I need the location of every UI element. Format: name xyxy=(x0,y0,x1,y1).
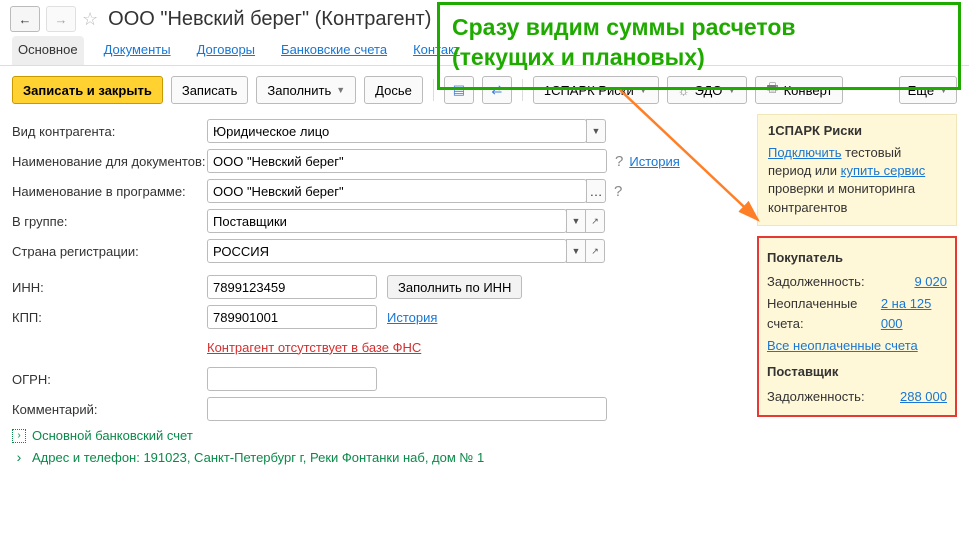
inn-input[interactable] xyxy=(207,275,377,299)
country-input[interactable] xyxy=(207,239,567,263)
kind-input[interactable] xyxy=(207,119,587,143)
progname-label: Наименование в программе: xyxy=(12,184,207,199)
address-phone-expand[interactable]: › Адрес и телефон: 191023, Санкт-Петербу… xyxy=(12,449,743,465)
settlements-panel: Покупатель Задолженность: 9 020 Неоплаче… xyxy=(757,236,957,417)
docname-input[interactable] xyxy=(207,149,607,173)
dossier-button[interactable]: Досье xyxy=(364,76,423,104)
country-open-button[interactable]: ↗ xyxy=(585,239,605,263)
annotation-overlay: Сразу видим суммы расчетов (текущих и пл… xyxy=(437,2,961,90)
buyer-debt-value[interactable]: 9 020 xyxy=(914,272,947,292)
group-input[interactable] xyxy=(207,209,567,233)
kpp-input[interactable] xyxy=(207,305,377,329)
chevron-down-icon: ▼ xyxy=(592,126,601,136)
chevron-down-icon: ▼ xyxy=(572,216,581,226)
separator xyxy=(433,79,434,101)
bank-expand-label: Основной банковский счет xyxy=(32,428,193,443)
annotation-line1: Сразу видим суммы расчетов xyxy=(452,13,946,43)
help-icon[interactable]: ? xyxy=(614,183,622,200)
kpp-history-link[interactable]: История xyxy=(387,310,437,325)
expand-icon: › xyxy=(12,429,26,443)
ogrn-input[interactable] xyxy=(207,367,377,391)
chevron-down-icon: ▼ xyxy=(572,246,581,256)
arrow-left-icon: ← xyxy=(19,12,32,27)
group-label: В группе: xyxy=(12,214,207,229)
inn-label: ИНН: xyxy=(12,280,207,295)
unpaid-label: Неоплаченные счета: xyxy=(767,294,881,334)
unpaid-value[interactable]: 2 на 125 000 xyxy=(881,294,947,334)
history-link[interactable]: История xyxy=(629,154,679,169)
comment-input[interactable] xyxy=(207,397,607,421)
fill-button[interactable]: Заполнить▼ xyxy=(256,76,356,104)
chevron-down-icon: ▼ xyxy=(336,85,345,95)
addr-expand-label: Адрес и телефон: 191023, Санкт-Петербург… xyxy=(32,450,484,465)
spark-connect-link[interactable]: Подключить xyxy=(768,145,842,160)
expand-icon: › xyxy=(12,449,26,465)
country-label: Страна регистрации: xyxy=(12,244,207,259)
kind-label: Вид контрагента: xyxy=(12,124,207,139)
docname-label: Наименование для документов: xyxy=(12,154,207,169)
supplier-section-title: Поставщик xyxy=(767,362,947,382)
help-icon[interactable]: ? xyxy=(615,153,623,170)
bank-account-expand[interactable]: › Основной банковский счет xyxy=(12,428,743,443)
ellipsis-icon: … xyxy=(590,184,603,199)
save-button[interactable]: Записать xyxy=(171,76,249,104)
arrow-right-icon: → xyxy=(55,12,68,27)
group-open-button[interactable]: ↗ xyxy=(585,209,605,233)
country-dropdown-button[interactable]: ▼ xyxy=(566,239,586,263)
tab-main[interactable]: Основное xyxy=(12,36,84,65)
comment-label: Комментарий: xyxy=(12,402,207,417)
progname-pick-button[interactable]: … xyxy=(586,179,606,203)
ogrn-label: ОГРН: xyxy=(12,372,207,387)
kpp-label: КПП: xyxy=(12,310,207,325)
missing-in-fns-link[interactable]: Контрагент отсутствует в базе ФНС xyxy=(207,340,421,355)
nav-back-button[interactable]: ← xyxy=(10,6,40,32)
open-icon: ↗ xyxy=(591,246,599,257)
supplier-debt-label: Задолженность: xyxy=(767,387,865,407)
favorite-star-icon[interactable]: ☆ xyxy=(82,9,98,30)
open-icon: ↗ xyxy=(591,216,599,227)
progname-input[interactable] xyxy=(207,179,587,203)
tab-bank-accounts[interactable]: Банковские счета xyxy=(275,36,393,65)
fill-by-inn-button[interactable]: Заполнить по ИНН xyxy=(387,275,522,299)
annotation-line2: (текущих и плановых) xyxy=(452,43,946,73)
nav-forward-button[interactable]: → xyxy=(46,6,76,32)
buyer-section-title: Покупатель xyxy=(767,248,947,268)
all-unpaid-link[interactable]: Все неоплаченные счета xyxy=(767,336,947,356)
spark-panel-title: 1СПАРК Риски xyxy=(768,123,946,138)
save-close-button[interactable]: Записать и закрыть xyxy=(12,76,163,104)
page-title: ООО "Невский берег" (Контрагент) xyxy=(108,8,431,31)
spark-panel: 1СПАРК Риски Подключить тестовый период … xyxy=(757,114,957,226)
tab-contracts[interactable]: Договоры xyxy=(191,36,261,65)
tab-documents[interactable]: Документы xyxy=(98,36,177,65)
group-dropdown-button[interactable]: ▼ xyxy=(566,209,586,233)
kind-dropdown-button[interactable]: ▼ xyxy=(586,119,606,143)
spark-buy-link[interactable]: купить сервис xyxy=(841,163,926,178)
buyer-debt-label: Задолженность: xyxy=(767,272,865,292)
supplier-debt-value[interactable]: 288 000 xyxy=(900,387,947,407)
